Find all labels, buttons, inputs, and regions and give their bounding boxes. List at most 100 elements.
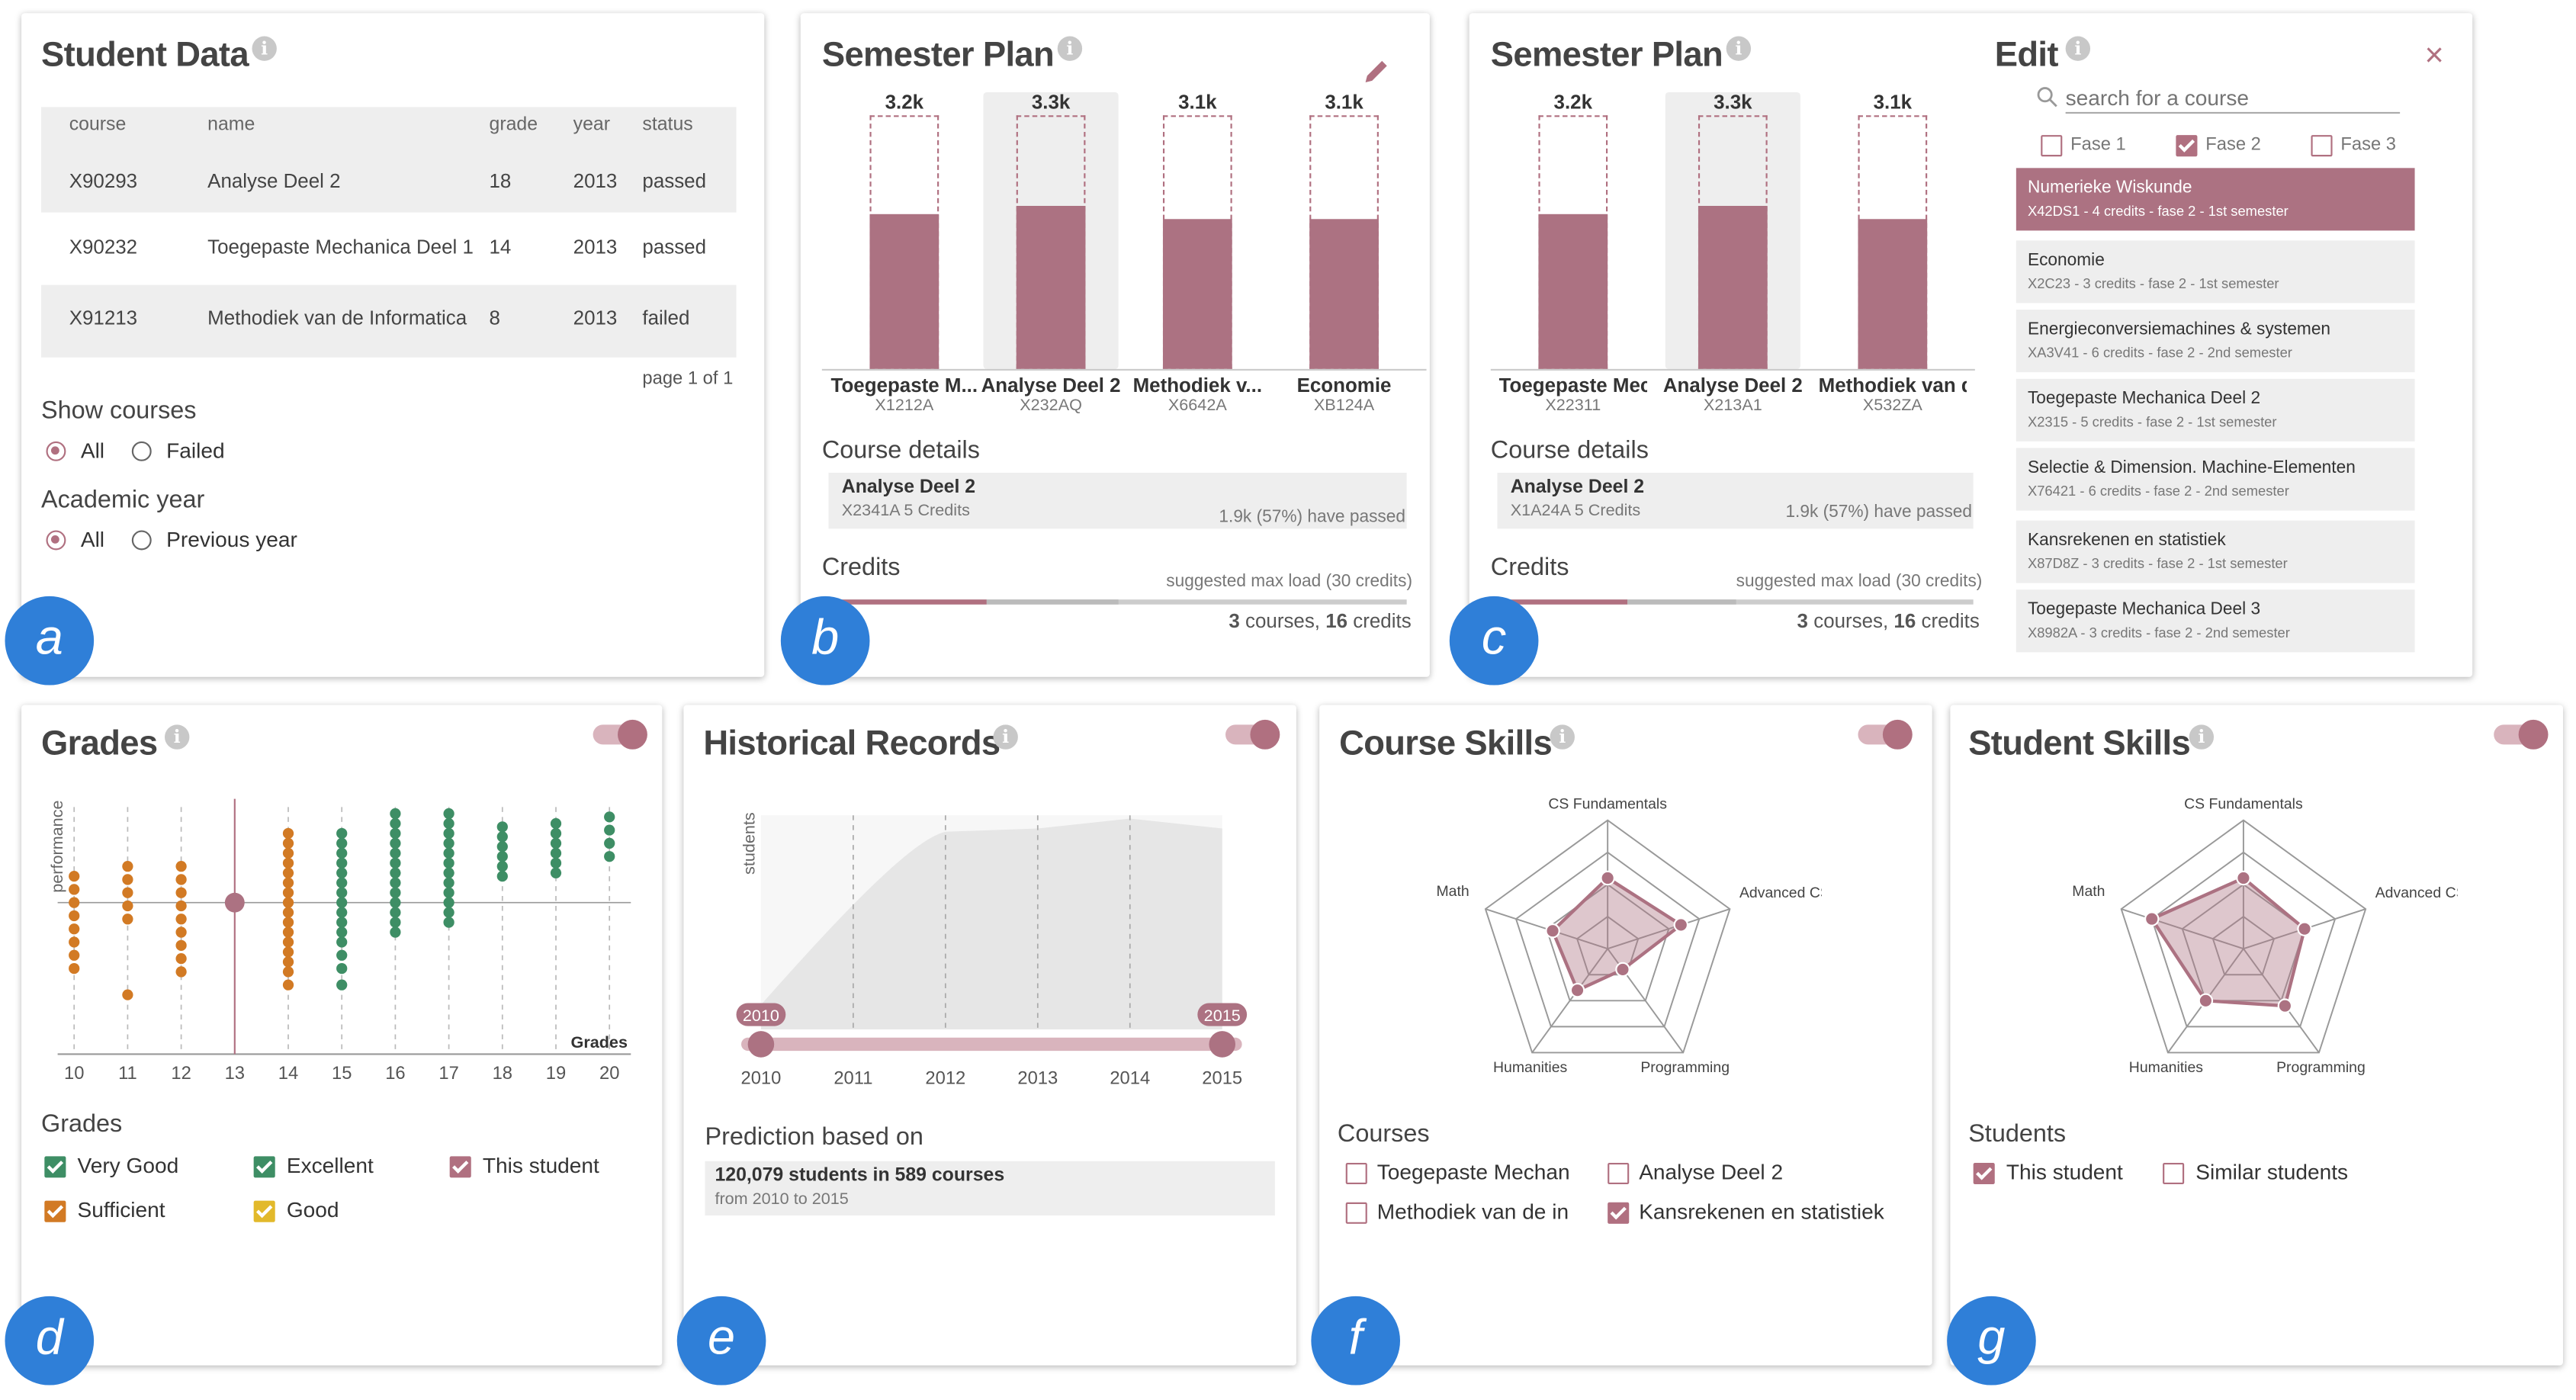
info-icon[interactable]: i	[252, 36, 277, 61]
pencil-icon[interactable]	[1362, 54, 1392, 84]
skill-point[interactable]	[1600, 870, 1615, 886]
badge-f: f	[1311, 1296, 1401, 1386]
table-cell: Analyse Deel 2	[207, 169, 341, 193]
grade-point	[496, 851, 508, 862]
skill-point[interactable]	[2236, 870, 2251, 886]
grade-point	[282, 857, 294, 869]
course-list-item[interactable]: Toegepaste Mechanica Deel 2 X2315 - 5 cre…	[2016, 378, 2415, 442]
course-item-name: Economie	[2027, 250, 2105, 271]
bar-course-code: X213A1	[1703, 397, 1762, 416]
skill-point[interactable]	[1615, 962, 1630, 978]
grade-point	[604, 824, 615, 836]
bar-fill[interactable]	[869, 214, 940, 369]
bar-course-code: X1212A	[875, 397, 934, 416]
bar-course-name: Toegepaste Mech	[1498, 374, 1647, 397]
info-icon[interactable]: i	[1550, 724, 1575, 750]
fase-checkbox[interactable]	[2041, 135, 2063, 157]
course-checkbox[interactable]	[1345, 1162, 1367, 1185]
grade-point	[496, 861, 508, 872]
x-tick-label: 20	[599, 1063, 619, 1084]
grade-point	[443, 887, 454, 898]
info-icon[interactable]: i	[1057, 36, 1083, 61]
search-input[interactable]	[2065, 82, 2401, 114]
grade-point	[175, 861, 187, 872]
fase-checkbox[interactable]	[2311, 135, 2333, 157]
course-list-item[interactable]: Toegepaste Mechanica Deel 3 X8982A - 3 cr…	[2016, 589, 2415, 653]
radar-axis-label: CS Fundamentals	[1548, 796, 1667, 813]
course-list-item[interactable]: Energieconversiemachines & systemen XA3V4…	[2016, 310, 2415, 373]
bar-fill[interactable]	[1538, 214, 1608, 369]
credits-label: Credits	[821, 553, 901, 582]
skill-point[interactable]	[2297, 921, 2312, 936]
bar-fill[interactable]	[1016, 206, 1086, 369]
course-checkbox[interactable]	[1608, 1202, 1630, 1224]
grade-point	[390, 867, 401, 878]
bar-fill[interactable]	[1858, 219, 1928, 369]
course-list-item[interactable]: Numerieke Wiskunde X42DS1 - 4 credits - f…	[2016, 168, 2415, 231]
show-failed-radio[interactable]	[131, 441, 152, 461]
skill-polygon	[2149, 875, 2307, 1008]
legend-checkbox[interactable]	[449, 1156, 471, 1178]
info-icon[interactable]: i	[993, 724, 1018, 750]
student-checkbox[interactable]	[2163, 1162, 2185, 1185]
legend-checkbox[interactable]	[253, 1200, 275, 1222]
range-end-handle[interactable]	[1209, 1031, 1236, 1058]
legend-checkbox[interactable]	[44, 1200, 66, 1222]
course-checkbox-label: Toegepaste Mechan	[1376, 1159, 1570, 1185]
info-icon[interactable]: i	[2065, 36, 2091, 61]
table-cell: 2013	[573, 169, 618, 193]
skill-point[interactable]	[1569, 982, 1585, 998]
grade-point	[443, 857, 454, 869]
student-skills-toggle[interactable]	[2494, 719, 2549, 750]
grade-point	[336, 907, 348, 918]
course-list-item[interactable]: Kansrekenen en statistiek X87D8Z - 3 cred…	[2016, 520, 2415, 583]
grades-toggle[interactable]	[593, 719, 647, 750]
course-list-item[interactable]: Selectie & Dimension. Machine-Elementen X…	[2016, 448, 2415, 511]
course-checkbox[interactable]	[1345, 1202, 1367, 1224]
skill-point[interactable]	[2198, 993, 2214, 1009]
fase-checkbox[interactable]	[2176, 135, 2198, 157]
show-all-radio[interactable]	[46, 441, 66, 461]
close-icon[interactable]: ×	[2425, 40, 2444, 72]
bar-fill[interactable]	[1698, 206, 1768, 369]
skill-point[interactable]	[2277, 998, 2293, 1013]
course-skills-toggle[interactable]	[1858, 719, 1913, 750]
course-item-name: Energieconversiemachines & systemen	[2027, 319, 2331, 339]
info-icon[interactable]: i	[165, 724, 190, 750]
grade-point	[336, 887, 348, 898]
course-item-meta: X8982A - 3 credits - fase 2 - 2nd semest…	[2027, 624, 2290, 641]
course-item-name: Selectie & Dimension. Machine-Elementen	[2027, 458, 2356, 478]
grade-point	[282, 897, 294, 908]
grade-point	[443, 907, 454, 918]
bar-fill[interactable]	[1309, 219, 1379, 369]
grade-point	[175, 939, 187, 951]
course-list-item[interactable]: Economie X2C23 - 3 credits - fase 2 - 1st…	[2016, 240, 2415, 303]
info-icon[interactable]: i	[2189, 724, 2215, 750]
this-student-point[interactable]	[224, 892, 245, 913]
legend-checkbox[interactable]	[253, 1156, 275, 1178]
skill-point[interactable]	[1673, 917, 1689, 933]
year-previous-radio[interactable]	[131, 530, 152, 551]
badge-a: a	[5, 596, 95, 686]
historical-area-chart: 2010 2011 2012 2013 2014 2015 students 2010 2015	[736, 812, 1248, 1088]
skill-point[interactable]	[2144, 911, 2160, 926]
credits-bar	[828, 599, 1407, 605]
badge-c: c	[1449, 596, 1539, 686]
year-all-radio[interactable]	[46, 530, 66, 551]
student-checkbox[interactable]	[1973, 1162, 1995, 1185]
grade-point	[443, 867, 454, 878]
radar-axis-label: Advanced CS Topics	[2375, 885, 2458, 901]
bar-fill[interactable]	[1162, 219, 1232, 369]
skill-point[interactable]	[1545, 923, 1560, 939]
legend-checkbox[interactable]	[44, 1156, 66, 1178]
historical-toggle[interactable]	[1225, 719, 1280, 750]
course-checkbox[interactable]	[1608, 1162, 1630, 1185]
grade-point	[282, 867, 294, 878]
year-tick-label: 2011	[834, 1068, 872, 1088]
info-icon[interactable]: i	[1726, 36, 1752, 61]
badge-e: e	[676, 1296, 766, 1386]
bar-course-name: Methodiek v...	[1132, 374, 1263, 397]
year-range-slider[interactable]	[741, 1037, 1242, 1052]
grade-point	[282, 926, 294, 938]
range-start-handle[interactable]	[747, 1031, 775, 1058]
